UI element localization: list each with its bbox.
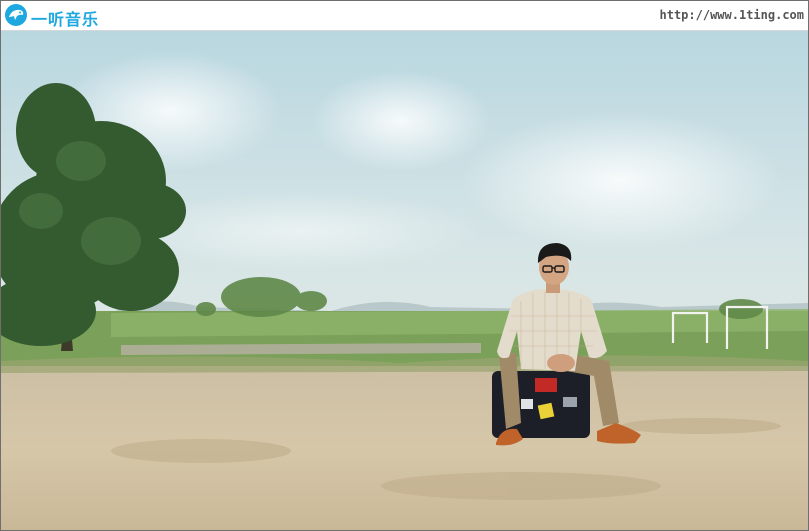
- watermark-header: 一听音乐 http://www.1ting.com: [1, 1, 808, 31]
- logo-text: 一听音乐: [31, 9, 100, 29]
- photo: [1, 31, 808, 530]
- site-logo[interactable]: 一听音乐: [4, 3, 99, 32]
- site-url[interactable]: http://www.1ting.com: [660, 8, 805, 22]
- image-frame: 一听音乐 http://www.1ting.com: [0, 0, 809, 531]
- dolphin-mascot-icon: [4, 3, 28, 32]
